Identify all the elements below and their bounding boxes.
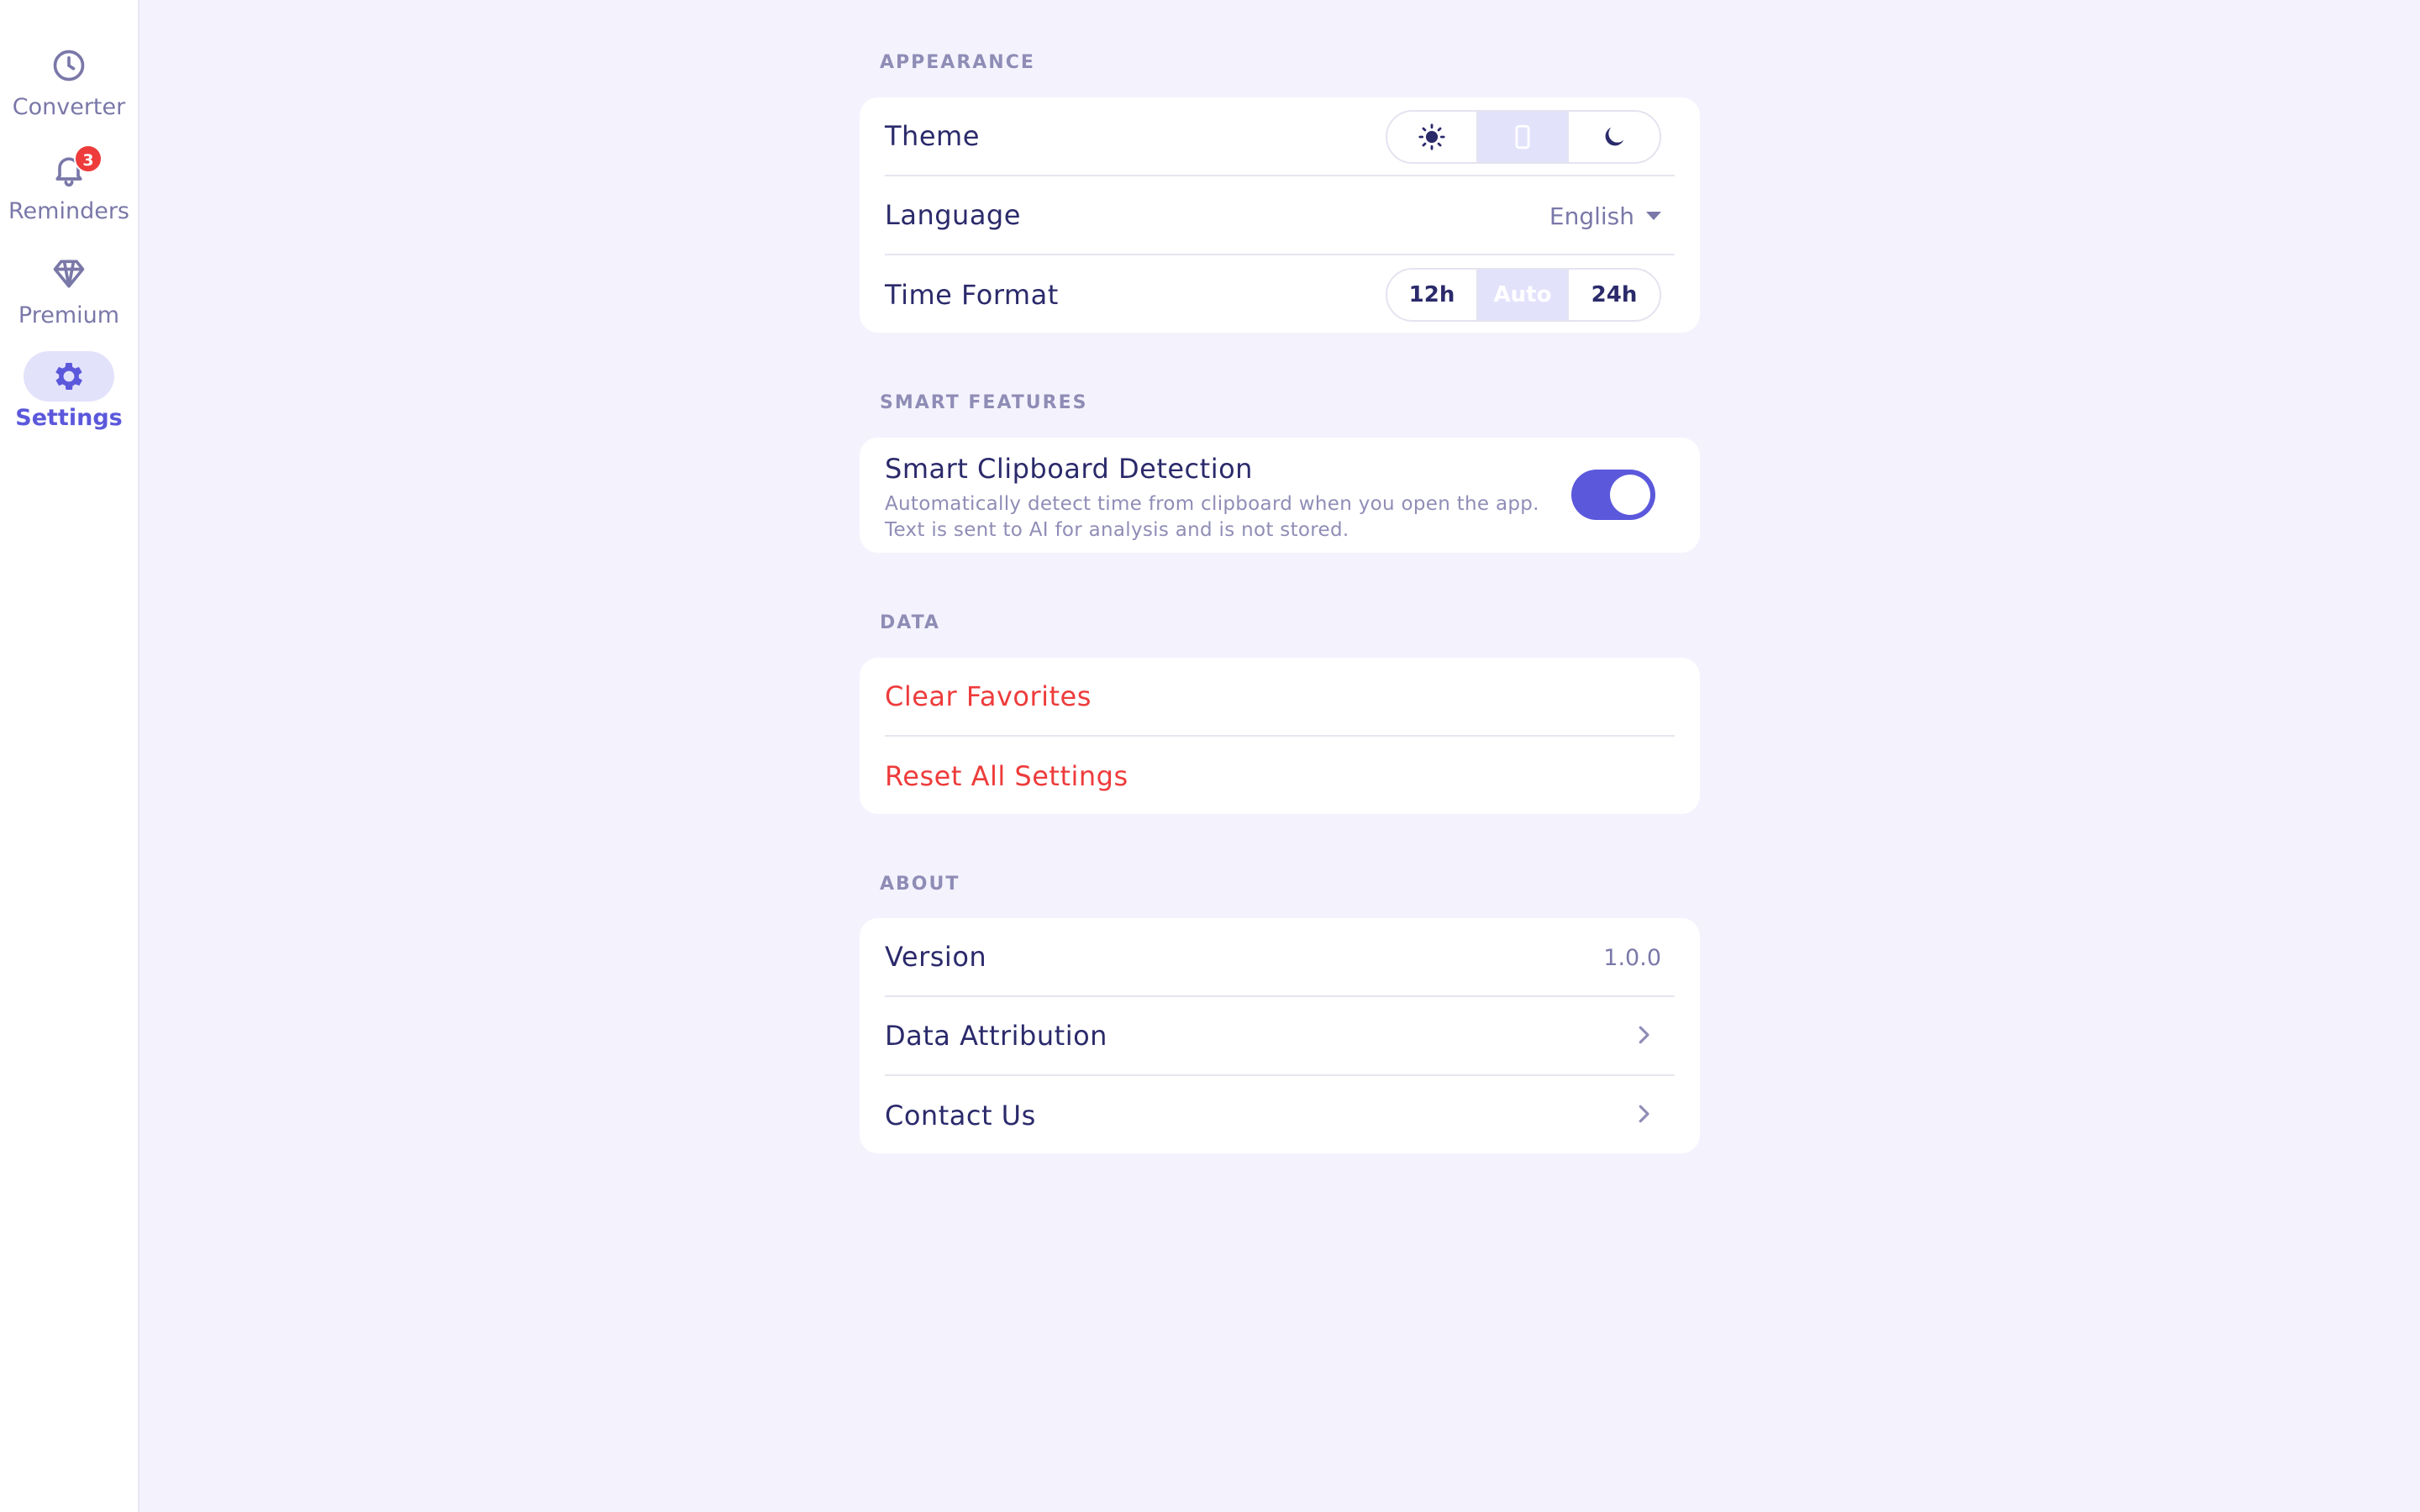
data-card: Clear Favorites Reset All Settings (860, 658, 1700, 814)
section-title-data: DATA (880, 612, 940, 633)
theme-label: Theme (885, 120, 980, 152)
clipboard-description-line-2: Text is sent to AI for analysis and is n… (885, 519, 1349, 541)
theme-dark-button[interactable] (1569, 112, 1660, 162)
clipboard-text-block: Smart Clipboard Detection Automatically … (885, 453, 1539, 543)
appearance-card: Theme Language English Time Format 12h A… (860, 97, 1700, 333)
gear-icon (24, 351, 114, 402)
section-title-smart-features: SMART FEATURES (880, 392, 1088, 413)
clear-favorites-button[interactable]: Clear Favorites (885, 680, 1092, 712)
theme-system-button[interactable] (1478, 112, 1569, 162)
theme-light-button[interactable] (1387, 112, 1478, 162)
data-attribution-label: Data Attribution (885, 1020, 1107, 1052)
smart-features-card: Smart Clipboard Detection Automatically … (860, 438, 1700, 553)
moon-icon (1605, 127, 1624, 146)
contact-us-row[interactable]: Contact Us (885, 1076, 1675, 1155)
time-format-auto-button[interactable]: Auto (1478, 270, 1569, 320)
about-card: Version 1.0.0 Data Attribution Contact U… (860, 918, 1700, 1153)
sidebar: Converter 3 Reminders Premium Settings (0, 0, 139, 1512)
clear-favorites-row[interactable]: Clear Favorites (885, 658, 1675, 737)
contact-us-label: Contact Us (885, 1100, 1036, 1131)
language-label: Language (885, 199, 1021, 231)
theme-segmented-control (1386, 110, 1661, 164)
sidebar-item-label: Converter (12, 94, 126, 120)
theme-row: Theme (885, 97, 1675, 176)
sidebar-item-converter[interactable]: Converter (0, 40, 138, 120)
time-format-24h-button[interactable]: 24h (1569, 270, 1660, 320)
data-attribution-row[interactable]: Data Attribution (885, 997, 1675, 1076)
time-format-segmented-control: 12h Auto 24h (1386, 268, 1661, 322)
language-value: English (1549, 202, 1634, 230)
time-format-row: Time Format 12h Auto 24h (885, 255, 1675, 334)
reset-all-settings-button[interactable]: Reset All Settings (885, 760, 1128, 792)
time-format-label: Time Format (885, 279, 1059, 311)
clipboard-toggle[interactable] (1571, 470, 1655, 520)
chevron-right-icon (1631, 1022, 1656, 1051)
caret-down-icon (1646, 212, 1661, 220)
section-title-appearance: APPEARANCE (880, 52, 1035, 73)
phone-icon (1515, 124, 1530, 150)
reset-settings-row[interactable]: Reset All Settings (885, 737, 1675, 816)
toggle-knob (1610, 475, 1650, 515)
bell-icon: 3 (24, 144, 114, 195)
sidebar-item-reminders[interactable]: 3 Reminders (0, 144, 138, 224)
notification-badge: 3 (74, 144, 103, 173)
sun-icon (1418, 123, 1445, 150)
sidebar-item-label: Settings (15, 405, 123, 431)
language-row[interactable]: Language English (885, 176, 1675, 255)
time-format-12h-button[interactable]: 12h (1387, 270, 1478, 320)
clock-icon (24, 40, 114, 91)
version-label: Version (885, 941, 987, 973)
sidebar-item-settings[interactable]: Settings (0, 351, 138, 431)
clipboard-description-line-1: Automatically detect time from clipboard… (885, 493, 1539, 515)
version-value: 1.0.0 (1603, 944, 1661, 971)
sidebar-item-label: Reminders (8, 198, 129, 224)
version-row: Version 1.0.0 (885, 918, 1675, 997)
section-title-about: ABOUT (880, 874, 960, 895)
clipboard-label: Smart Clipboard Detection (885, 453, 1253, 485)
sidebar-item-premium[interactable]: Premium (0, 249, 138, 328)
chevron-right-icon (1631, 1101, 1656, 1130)
sidebar-item-label: Premium (18, 302, 120, 328)
diamond-icon (24, 249, 114, 299)
language-select[interactable]: English (1549, 202, 1661, 230)
